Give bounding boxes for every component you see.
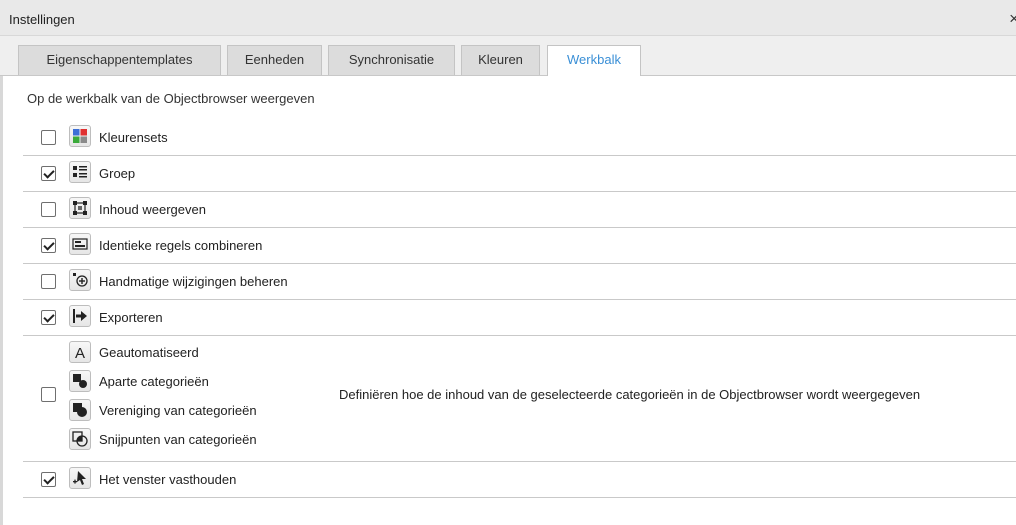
option-label: Inhoud weergeven	[99, 202, 206, 217]
checkbox-groep[interactable]	[41, 166, 56, 181]
union-categories-icon	[69, 399, 91, 421]
category-option-label[interactable]: Geautomatiseerd	[99, 345, 199, 360]
tab-eigenschappentemplates[interactable]: Eigenschappentemplates	[18, 45, 221, 75]
group-icon	[69, 161, 91, 183]
tab-synchronisatie[interactable]: Synchronisatie	[328, 45, 455, 75]
manage-changes-icon	[69, 269, 91, 291]
option-row-groep: Groep	[23, 156, 1016, 192]
pin-window-icon	[69, 467, 91, 489]
settings-panel: Op de werkbalk van de Objectbrowser weer…	[0, 76, 1016, 525]
tab-kleuren[interactable]: Kleuren	[461, 45, 540, 75]
option-label: Identieke regels combineren	[99, 238, 263, 253]
checkbox-inhoud-weergeven[interactable]	[41, 202, 56, 217]
option-label: Handmatige wijzigingen beheren	[99, 274, 288, 289]
checkbox-kleurensets[interactable]	[41, 130, 56, 145]
option-row-handmatige-wijzigingen: Handmatige wijzigingen beheren	[23, 264, 1016, 300]
checkbox-category-display[interactable]	[41, 387, 56, 402]
tab-werkbalk[interactable]: Werkbalk	[547, 45, 641, 76]
show-content-icon	[69, 197, 91, 219]
category-display-description: Definiëren hoe de inhoud van de geselect…	[339, 387, 921, 402]
category-option-label[interactable]: Aparte categorieën	[99, 374, 209, 389]
close-icon[interactable]: ×	[1009, 9, 1016, 29]
window-title: Instellingen	[9, 12, 75, 27]
checkbox-identieke-regels[interactable]	[41, 238, 56, 253]
title-bar: Instellingen ×	[0, 0, 1016, 36]
color-sets-icon	[69, 125, 91, 147]
checkbox-venster-vasthouden[interactable]	[41, 472, 56, 487]
tab-strip: Eigenschappentemplates Eenheden Synchron…	[0, 36, 1016, 76]
option-row-kleurensets: Kleurensets	[23, 120, 1016, 156]
option-row-exporteren: Exporteren	[23, 300, 1016, 336]
separate-categories-icon	[69, 370, 91, 392]
option-row-category-display: A Geautomatiseerd Aparte categorieën Ver…	[23, 336, 1016, 462]
category-option-label[interactable]: Snijpunten van categorieën	[99, 432, 257, 447]
checkbox-handmatige-wijzigingen[interactable]	[41, 274, 56, 289]
section-heading: Op de werkbalk van de Objectbrowser weer…	[27, 91, 315, 106]
option-label: Groep	[99, 166, 136, 181]
category-option-label[interactable]: Vereniging van categorieën	[99, 403, 257, 418]
option-row-identieke-regels: Identieke regels combineren	[23, 228, 1016, 264]
option-row-inhoud-weergeven: Inhoud weergeven	[23, 192, 1016, 228]
intersection-categories-icon	[69, 428, 91, 450]
checkbox-exporteren[interactable]	[41, 310, 56, 325]
option-label: Het venster vasthouden	[99, 472, 237, 487]
option-label: Kleurensets	[99, 130, 168, 145]
option-row-venster-vasthouden: Het venster vasthouden	[23, 462, 1016, 498]
automatic-icon: A	[69, 341, 91, 363]
tab-eenheden[interactable]: Eenheden	[227, 45, 322, 75]
combine-rows-icon	[69, 233, 91, 255]
svg-text:A: A	[75, 345, 85, 360]
export-icon	[69, 305, 91, 327]
option-label: Exporteren	[99, 310, 163, 325]
